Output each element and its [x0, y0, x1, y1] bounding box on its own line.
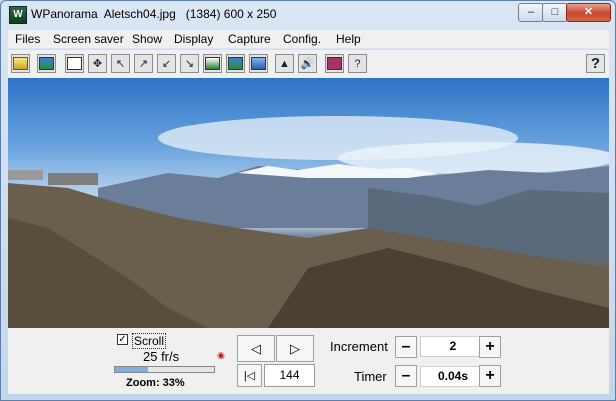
frame-counter: 144: [264, 364, 315, 387]
timer-label: Timer: [354, 369, 387, 384]
menu-show[interactable]: Show: [132, 32, 162, 46]
increment-label: Increment: [330, 339, 388, 354]
help-button[interactable]: ?: [586, 54, 605, 73]
control-panel: ✓ Scroll 25 fr/s ◉ Zoom: 33% ◁ ▷ |◁ 144 …: [8, 328, 609, 394]
book-icon[interactable]: [325, 54, 344, 73]
landscape-icon[interactable]: [226, 54, 245, 73]
main-window: W WPanorama Aletsch04.jpg (1384) 600 x 2…: [0, 0, 616, 401]
first-frame-button[interactable]: |◁: [237, 364, 262, 387]
open-icon[interactable]: [11, 54, 30, 73]
timer-minus-button[interactable]: –: [395, 365, 417, 387]
title-bar[interactable]: W WPanorama Aletsch04.jpg (1384) 600 x 2…: [1, 1, 615, 27]
arrow-down-right-icon[interactable]: ↘: [180, 54, 199, 73]
minimize-button[interactable]: –: [518, 3, 544, 22]
panorama-image[interactable]: [8, 78, 609, 328]
image-icon[interactable]: [37, 54, 56, 73]
zoom-slider[interactable]: [114, 366, 215, 373]
wpanorama-app-icon[interactable]: W: [9, 6, 27, 24]
menu-files[interactable]: Files: [15, 32, 40, 46]
move-icon[interactable]: ✥: [88, 54, 107, 73]
zoom-label: Zoom: 33%: [126, 377, 185, 389]
zoom-slider-fill: [115, 367, 148, 372]
arrow-up-left-icon[interactable]: ↖: [111, 54, 130, 73]
scroll-checkbox[interactable]: ✓: [117, 334, 128, 345]
increment-plus-button[interactable]: +: [479, 336, 501, 358]
menu-bar: Files Screen saver Show Display Capture …: [8, 30, 609, 48]
menu-screen-saver[interactable]: Screen saver: [53, 32, 124, 46]
speed-readout: 25 fr/s: [143, 349, 180, 364]
scroll-label[interactable]: Scroll: [132, 333, 167, 349]
arrow-down-left-icon[interactable]: ↙: [157, 54, 176, 73]
help-book-icon[interactable]: ?: [348, 54, 367, 73]
mountain-icon[interactable]: ▲: [275, 54, 294, 73]
copy-icon[interactable]: [65, 54, 84, 73]
toolbar: ✥ ↖ ↗ ↙ ↘ ▲ 🔊 ? ?: [8, 49, 609, 78]
window-title: WPanorama Aletsch04.jpg (1384) 600 x 250: [31, 7, 277, 21]
panorama-icon[interactable]: [203, 54, 222, 73]
sound-icon[interactable]: 🔊: [298, 54, 317, 73]
increment-minus-button[interactable]: –: [395, 336, 417, 358]
panorama-landscape: [8, 116, 609, 328]
timer-plus-button[interactable]: +: [479, 365, 501, 387]
menu-display[interactable]: Display: [174, 32, 213, 46]
prev-frame-button[interactable]: ◁: [237, 335, 275, 362]
close-button[interactable]: ✕: [566, 3, 611, 22]
horizon-icon[interactable]: [249, 54, 268, 73]
menu-help[interactable]: Help: [336, 32, 361, 46]
maximize-button[interactable]: □: [542, 3, 568, 22]
speed-indicator-icon: ◉: [217, 350, 225, 360]
menu-capture[interactable]: Capture: [228, 32, 271, 46]
next-frame-button[interactable]: ▷: [276, 335, 314, 362]
arrow-up-right-icon[interactable]: ↗: [134, 54, 153, 73]
timer-value[interactable]: 0.04s: [420, 366, 486, 387]
increment-value[interactable]: 2: [420, 336, 486, 357]
menu-config[interactable]: Config.: [283, 32, 321, 46]
